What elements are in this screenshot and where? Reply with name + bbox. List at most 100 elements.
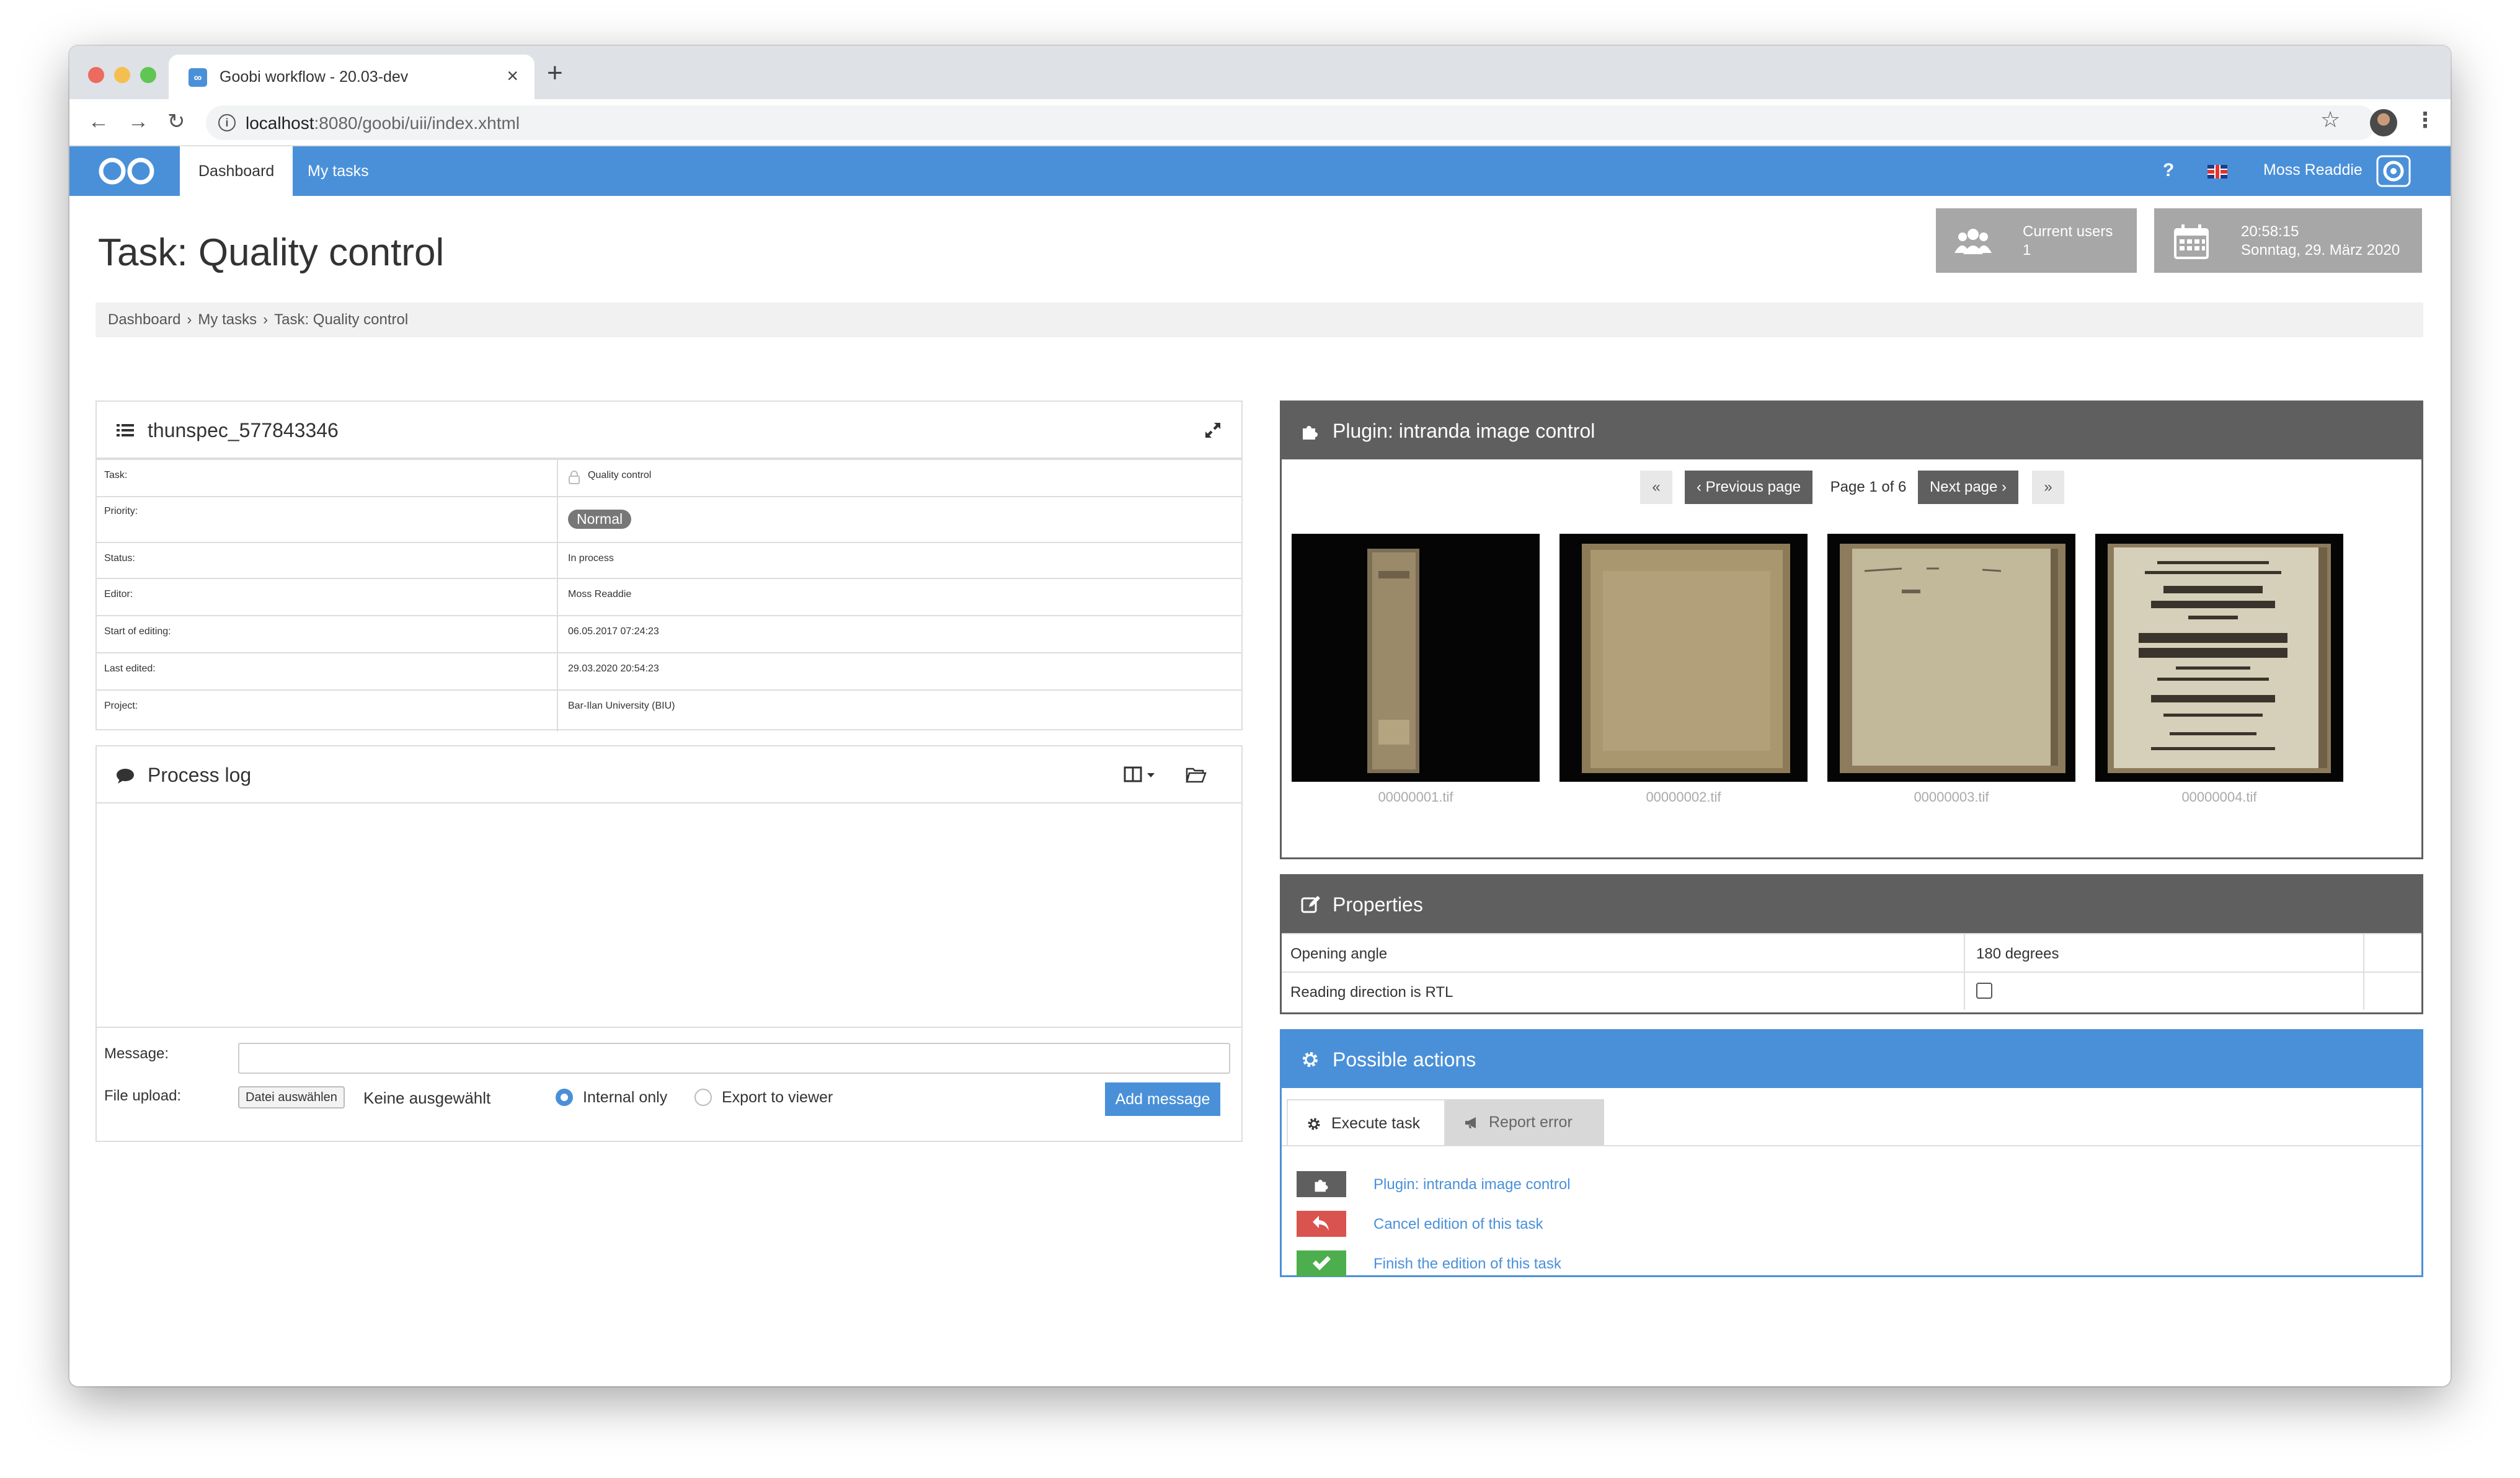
thumbnail-caption: 00000001.tif — [1378, 789, 1453, 805]
detail-label: Last edited: — [104, 663, 156, 674]
choose-file-button[interactable]: Datei auswählen — [238, 1086, 345, 1108]
property-label: Reading direction is RTL — [1290, 984, 1453, 1001]
uk-flag-icon[interactable] — [2207, 165, 2227, 179]
add-message-button[interactable]: Add message — [1105, 1082, 1220, 1116]
users-icon — [1954, 229, 1992, 254]
forward-arrow-icon[interactable]: → — [128, 109, 149, 134]
browser-menu-icon[interactable]: ⋮ — [2415, 108, 2436, 133]
folder-open-icon[interactable] — [1186, 765, 1207, 785]
current-time: 20:58:15 — [2241, 223, 2299, 240]
process-title: thunspec_577843346 — [148, 419, 339, 441]
current-users-label: Current users — [2023, 223, 2113, 240]
tab-close-icon[interactable]: × — [507, 64, 518, 87]
nav-tab-dashboard[interactable]: Dashboard — [180, 146, 293, 196]
task-details-header: thunspec_577843346 — [97, 402, 1241, 459]
action-plugin-label[interactable]: Plugin: intranda image control — [1373, 1176, 1571, 1193]
book-spine-image — [1292, 534, 1540, 782]
message-input[interactable] — [238, 1043, 1230, 1074]
thumbnail-caption: 00000002.tif — [1646, 789, 1721, 805]
help-icon[interactable]: ? — [2163, 160, 2174, 181]
minimize-window-button[interactable] — [114, 67, 130, 83]
profile-avatar[interactable] — [2370, 109, 2397, 136]
top-navigation: Dashboard My tasks ? Moss Readdie — [69, 146, 2451, 196]
maximize-window-button[interactable] — [140, 67, 156, 83]
action-cancel-label[interactable]: Cancel edition of this task — [1373, 1216, 1543, 1233]
last-page-button[interactable]: » — [2032, 471, 2064, 504]
detail-value: Moss Readdie — [568, 589, 632, 600]
detail-value: In process — [568, 553, 614, 564]
radio-internal-label[interactable]: Internal only — [583, 1089, 667, 1107]
thumbnail-image[interactable] — [1559, 534, 1808, 782]
thumbnail-image[interactable] — [1827, 534, 2075, 782]
nav-tab-my-tasks[interactable]: My tasks — [289, 146, 388, 196]
radio-export-to-viewer[interactable] — [694, 1089, 712, 1106]
detail-value: Bar-Ilan University (BIU) — [568, 701, 675, 711]
site-info-icon[interactable]: i — [218, 114, 236, 131]
column-toggle-icon[interactable] — [1124, 765, 1155, 785]
endpaper-image — [1827, 534, 2075, 782]
detail-row-status: Status: In process — [97, 542, 1241, 578]
current-users-box[interactable]: Current users 1 — [1936, 208, 2137, 273]
thumbnail-image[interactable] — [2095, 534, 2343, 782]
goobi-favicon-icon: ∞ — [189, 68, 207, 87]
breadcrumb-dashboard[interactable]: Dashboard — [108, 311, 180, 328]
breadcrumb-current: Task: Quality control — [274, 311, 409, 328]
thumbnail-image[interactable] — [1292, 534, 1540, 782]
plugin-header: Plugin: intranda image control — [1282, 402, 2421, 459]
properties-panel: Properties Opening angle 180 degrees Rea… — [1280, 874, 2423, 1014]
reload-icon[interactable]: ↻ — [167, 109, 185, 134]
list-icon — [117, 424, 134, 436]
browser-tab-title: Goobi workflow - 20.03-dev — [220, 68, 409, 86]
actions-title: Possible actions — [1333, 1048, 1476, 1071]
priority-badge: Normal — [568, 510, 632, 529]
breadcrumb: Dashboard › My tasks › Task: Quality control — [95, 303, 2423, 337]
actions-tab-divider — [1282, 1145, 2421, 1146]
next-page-button[interactable]: Next page › — [1918, 471, 2018, 504]
page-title: Task: Quality control — [98, 231, 445, 274]
detail-row-priority: Priority: Normal — [97, 496, 1241, 542]
tab-report-error[interactable]: Report error — [1445, 1099, 1604, 1145]
properties-header: Properties — [1282, 876, 2421, 933]
expand-icon[interactable] — [1203, 420, 1223, 440]
detail-row-task: Task: Quality control — [97, 459, 1241, 496]
megaphone-icon — [1465, 1117, 1476, 1128]
date-time-box: 20:58:15 Sonntag, 29. März 2020 — [2154, 208, 2422, 273]
message-label: Message: — [104, 1045, 169, 1062]
radio-internal-only[interactable] — [556, 1089, 573, 1106]
new-tab-button[interactable]: + — [547, 60, 563, 87]
task-details-panel: thunspec_577843346 Task: Quality control… — [95, 400, 1243, 732]
breadcrumb-my-tasks[interactable]: My tasks — [198, 311, 257, 328]
check-icon — [1313, 1256, 1331, 1270]
previous-page-button[interactable]: ‹ Previous page — [1685, 471, 1812, 504]
tab-execute-task[interactable]: Execute task — [1287, 1099, 1445, 1145]
action-finish-icon-box — [1297, 1250, 1346, 1277]
file-upload-label: File upload: — [104, 1087, 182, 1104]
title-page-image — [2095, 534, 2343, 782]
detail-row-start: Start of editing: 06.05.2017 07:24:23 — [97, 615, 1241, 652]
goobi-app: Dashboard My tasks ? Moss Readdie Task: … — [69, 146, 2451, 1386]
first-page-button[interactable]: « — [1640, 471, 1672, 504]
user-name[interactable]: Moss Readdie — [2263, 161, 2362, 179]
goobi-logo-icon[interactable] — [95, 155, 158, 187]
url-field[interactable]: i localhost:8080/goobi/uii/index.xhtml — [206, 105, 2376, 140]
detail-row-editor: Editor: Moss Readdie — [97, 578, 1241, 615]
actions-header: Possible actions — [1282, 1031, 2421, 1088]
close-window-button[interactable] — [88, 67, 104, 83]
tab-report-error-label: Report error — [1489, 1113, 1573, 1131]
user-logo-icon[interactable] — [2376, 155, 2411, 187]
browser-tab[interactable]: ∞ Goobi workflow - 20.03-dev × — [169, 55, 535, 99]
gear-icon — [1303, 1052, 1318, 1067]
action-plugin-icon-box — [1297, 1171, 1346, 1197]
tab-strip: ∞ Goobi workflow - 20.03-dev × + — [69, 46, 2451, 99]
bookmark-star-icon[interactable]: ☆ — [2320, 107, 2340, 133]
reading-direction-checkbox[interactable] — [1976, 983, 1992, 999]
process-log-header: Process log — [97, 746, 1241, 803]
detail-value: Quality control — [588, 470, 652, 480]
action-cancel-icon-box — [1297, 1211, 1346, 1237]
radio-export-label[interactable]: Export to viewer — [722, 1089, 833, 1107]
property-row: Opening angle 180 degrees — [1282, 933, 2421, 971]
back-arrow-icon[interactable]: ← — [88, 109, 109, 134]
property-label: Opening angle — [1290, 945, 1388, 962]
action-finish-label[interactable]: Finish the edition of this task — [1373, 1255, 1561, 1273]
edit-icon — [1301, 896, 1320, 913]
